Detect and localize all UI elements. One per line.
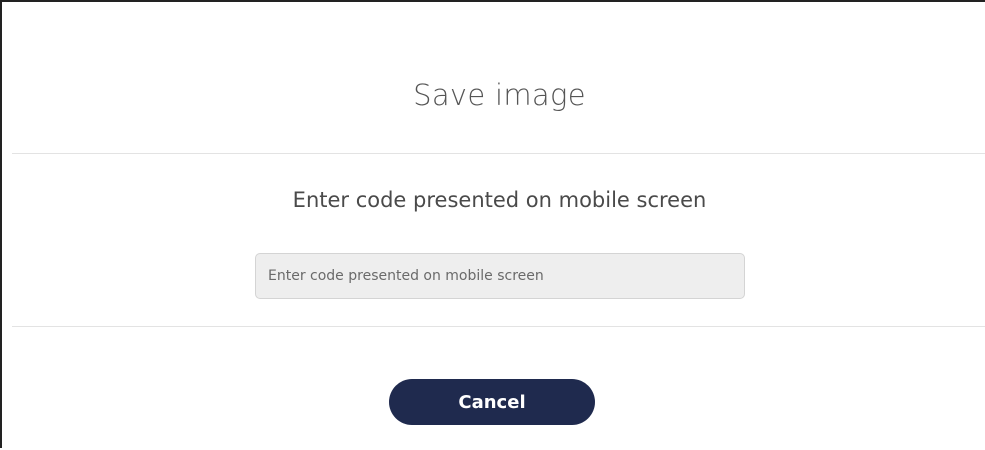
- code-input[interactable]: [255, 253, 745, 299]
- cancel-button[interactable]: Cancel: [389, 379, 595, 425]
- dialog-header: Save image: [12, 12, 985, 154]
- dialog-title: Save image: [413, 77, 586, 112]
- window-frame: Save image Enter code presented on mobil…: [0, 0, 985, 450]
- code-prompt-text: Enter code presented on mobile screen: [292, 188, 707, 212]
- dialog-body: Enter code presented on mobile screen: [12, 154, 985, 327]
- save-image-dialog: Save image Enter code presented on mobil…: [12, 12, 985, 450]
- dialog-footer: Cancel: [12, 327, 985, 450]
